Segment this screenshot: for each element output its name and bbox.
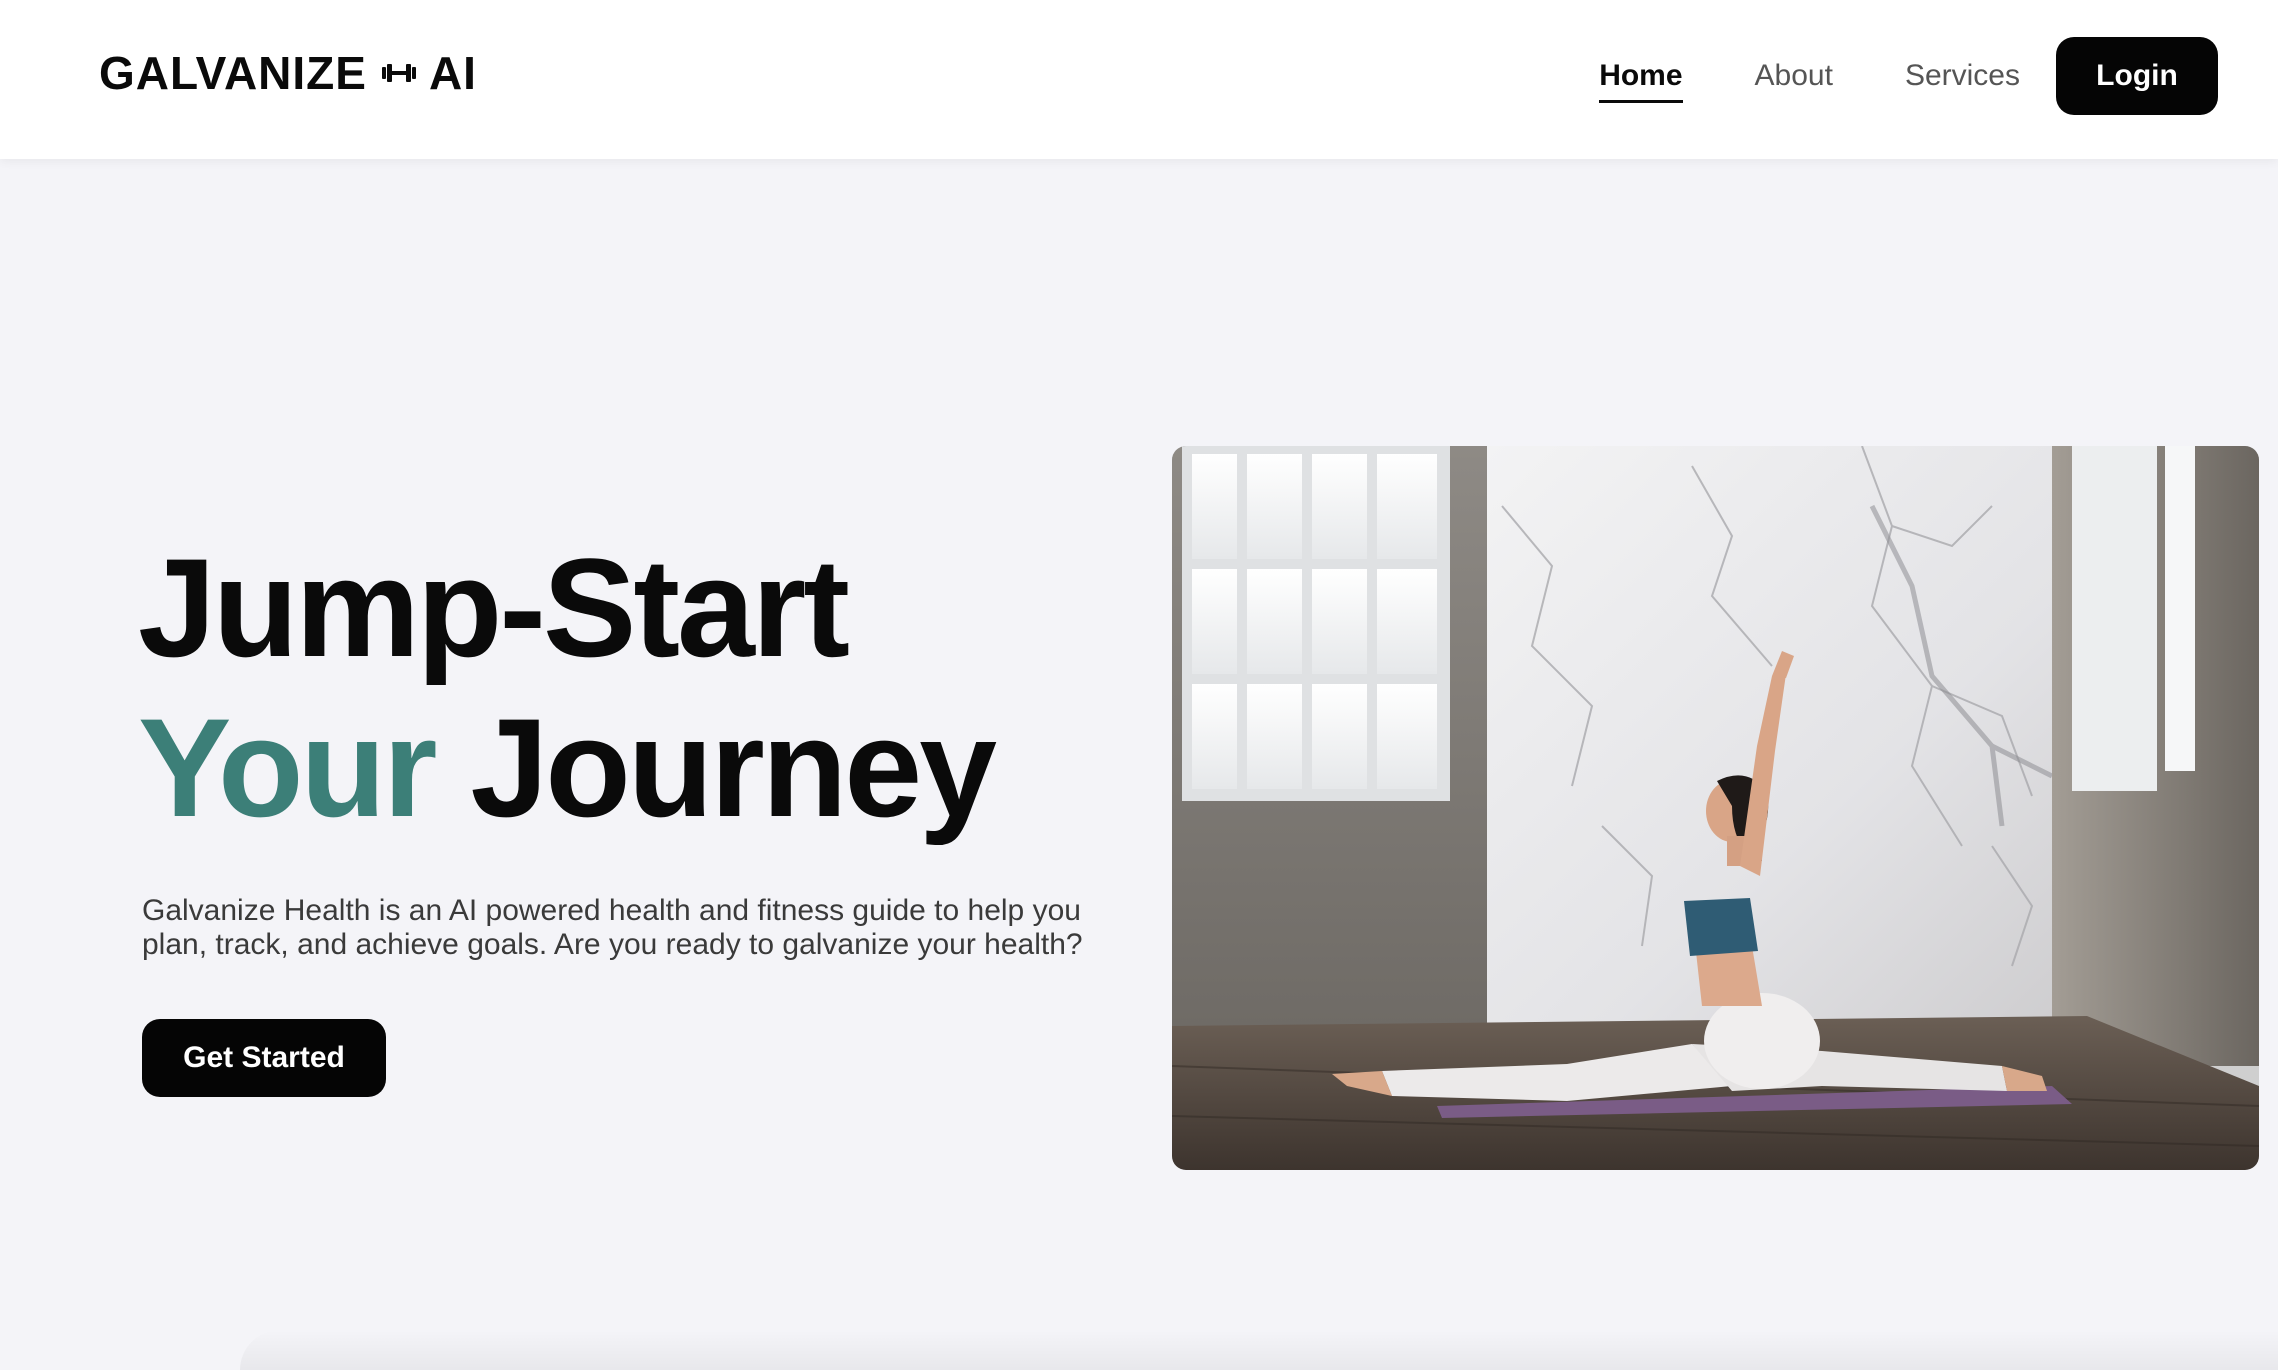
hero-title-accent: Your [138, 689, 438, 846]
hero-title: Jump-Start Your Journey [138, 528, 997, 848]
nav-services[interactable]: Services [1905, 59, 2020, 93]
login-button[interactable]: Login [2056, 37, 2218, 115]
hero-title-line1: Jump-Start [138, 529, 850, 686]
logo-text-left: GALVANIZE [99, 47, 367, 99]
site-header: GALVANIZE AI Home About Services Login [0, 0, 2278, 159]
next-section-edge [240, 1330, 2278, 1370]
hero-title-rest: Journey [470, 689, 997, 846]
hero-image [1172, 446, 2259, 1170]
hero-title-line2: Your Journey [138, 688, 997, 848]
nav-home[interactable]: Home [1599, 59, 1683, 103]
yoga-photo [1172, 446, 2259, 1170]
dumbbell-icon [381, 64, 416, 82]
logo-text-right: AI [428, 47, 477, 99]
logo[interactable]: GALVANIZE AI [99, 46, 477, 100]
get-started-button[interactable]: Get Started [142, 1019, 386, 1097]
main-nav: Home About Services Login [1599, 37, 2218, 115]
hero-description: Galvanize Health is an AI powered health… [142, 894, 1083, 961]
nav-about[interactable]: About [1755, 59, 1833, 93]
